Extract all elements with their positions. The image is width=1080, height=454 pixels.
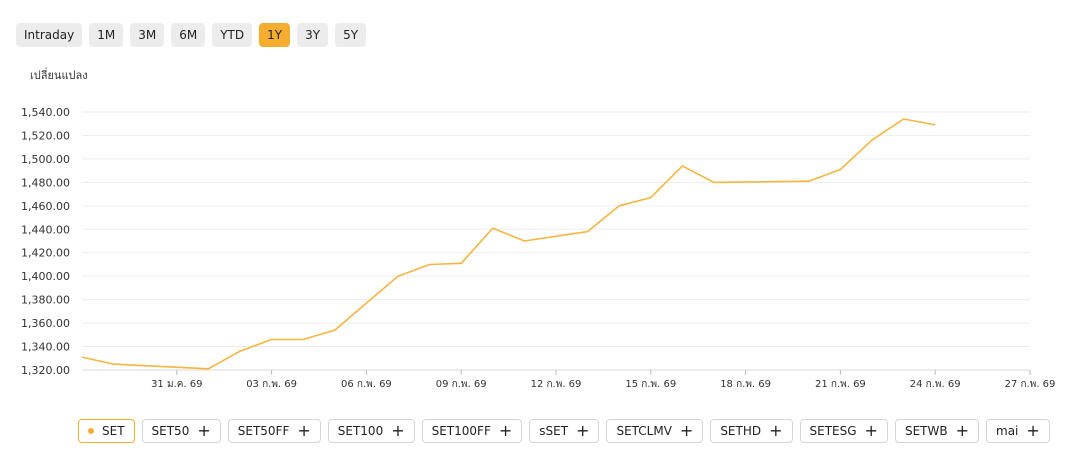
active-dot-icon [88,428,94,434]
plus-icon: + [679,421,694,440]
chip-label: SETCLMV [616,424,672,438]
plus-icon: + [498,421,513,440]
x-tick-label: 15 ก.พ. 69 [625,379,676,390]
chip-label: SETESG [809,424,857,438]
chip-set50[interactable]: SET50 + [141,419,221,443]
series-line-set [81,118,936,370]
chip-label: mai [996,424,1019,438]
chip-label: sSET [539,424,569,438]
x-tick-label: 24 ก.พ. 69 [910,379,961,390]
chip-set100ff[interactable]: SET100FF + [421,419,523,443]
x-tick-label: 03 ก.พ. 69 [246,379,297,390]
x-tick-label: 09 ก.พ. 69 [436,379,487,390]
y-tick-label: 1,380.00 [21,294,70,307]
line-chart: 1,320.00 1,340.00 1,360.00 1,380.00 1,400.00… [21,106,1056,390]
y-tick-label: 1,320.00 [21,364,70,377]
plus-icon: + [576,421,590,440]
chip-set50ff[interactable]: SET50FF + [227,419,321,443]
plus-icon: + [391,421,405,440]
y-tick-label: 1,480.00 [21,176,70,189]
chip-setesg[interactable]: SETESG + [799,419,888,443]
plus-icon: + [297,421,311,440]
x-tick-label: 18 ก.พ. 69 [720,379,771,390]
y-tick-label: 1,540.00 [21,106,70,119]
chip-set[interactable]: SET [78,419,135,443]
chip-label: SET50 [151,424,190,438]
plus-icon: + [197,421,211,440]
chip-label: SET100FF [431,424,491,438]
y-tick-label: 1,520.00 [21,129,70,142]
x-tick-label: 12 ก.พ. 69 [531,379,582,390]
x-tick-label: 06 ก.พ. 69 [341,379,392,390]
y-tick-label: 1,360.00 [21,317,70,330]
x-tick-label: 31 ม.ค. 69 [151,379,202,390]
plus-icon: + [955,421,969,440]
y-tick-label: 1,500.00 [21,153,70,166]
index-selector: SET SET50 + SET50FF + SET100 + SET100FF … [78,419,1050,443]
plus-icon: + [1026,421,1040,440]
x-tick-label: 21 ก.พ. 69 [815,379,866,390]
chip-sset[interactable]: sSET + [529,419,600,443]
chip-set100[interactable]: SET100 + [327,419,415,443]
y-tick-label: 1,420.00 [21,247,70,260]
chip-label: SETWB [904,424,948,438]
y-tick-label: 1,440.00 [21,223,70,236]
chip-label: SET [102,424,125,438]
plus-icon: + [769,421,783,440]
chip-label: SET100 [337,424,384,438]
chip-label: SETHD [720,424,762,438]
plus-icon: + [864,421,878,440]
chip-sethd[interactable]: SETHD + [710,419,793,443]
y-tick-label: 1,340.00 [21,341,70,354]
chip-label: SET50FF [237,424,290,438]
chip-setclmv[interactable]: SETCLMV + [606,419,704,443]
chip-setwb[interactable]: SETWB + [894,419,979,443]
y-tick-label: 1,460.00 [21,200,70,213]
chip-mai[interactable]: mai + [986,419,1050,443]
y-tick-label: 1,400.00 [21,270,70,283]
x-tick-label: 27 ก.พ. 69 [1005,379,1056,390]
